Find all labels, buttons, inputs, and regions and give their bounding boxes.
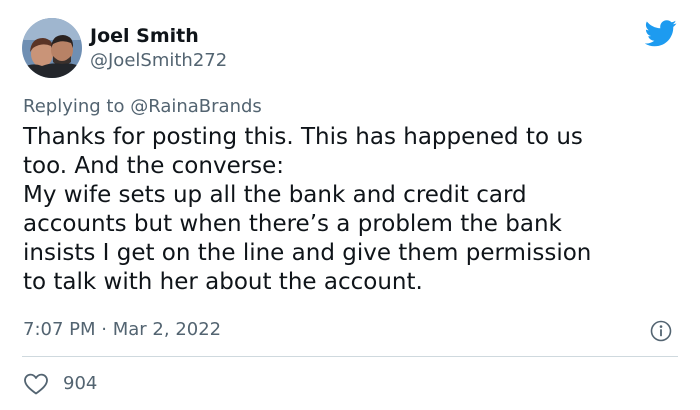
tweet-time: 7:07 PM — [23, 319, 96, 340]
display-name[interactable]: Joel Smith — [90, 24, 227, 48]
tweet-text-line: to talk with her about the account. — [23, 269, 423, 295]
tweet-header: Joel Smith @JoelSmith272 — [22, 16, 227, 80]
info-icon[interactable] — [650, 320, 672, 342]
tweet-date: Mar 2, 2022 — [112, 319, 222, 340]
reply-prefix: Replying to — [23, 96, 125, 117]
tweet-text-line: insists I get on the line and give them … — [23, 240, 592, 266]
tweet-card: Joel Smith @JoelSmith272 Replying to @Ra… — [0, 0, 700, 410]
tweet-text-line: too. And the converse: — [23, 153, 285, 179]
tweet-text-line: accounts but when there’s a problem the … — [23, 211, 562, 237]
tweet-actions: 904 — [23, 370, 97, 398]
user-info: Joel Smith @JoelSmith272 — [90, 24, 227, 73]
tweet-text-line: My wife sets up all the bank and credit … — [23, 182, 527, 208]
user-handle[interactable]: @JoelSmith272 — [90, 49, 227, 73]
tweet-text: Thanks for posting this. This has happen… — [23, 123, 683, 297]
avatar[interactable] — [22, 18, 82, 78]
twitter-bird-icon[interactable] — [645, 20, 677, 47]
profile-photo-avatar-icon — [22, 18, 82, 78]
reply-mention-link[interactable]: @RainaBrands — [130, 96, 262, 117]
heart-icon[interactable] — [23, 372, 49, 396]
divider — [22, 356, 678, 357]
tweet-timestamp[interactable]: 7:07 PM · Mar 2, 2022 — [23, 317, 221, 343]
meta-separator: · — [101, 319, 107, 340]
tweet-text-line: Thanks for posting this. This has happen… — [23, 124, 583, 150]
reply-context: Replying to @RainaBrands — [23, 94, 262, 120]
like-count[interactable]: 904 — [63, 371, 97, 397]
